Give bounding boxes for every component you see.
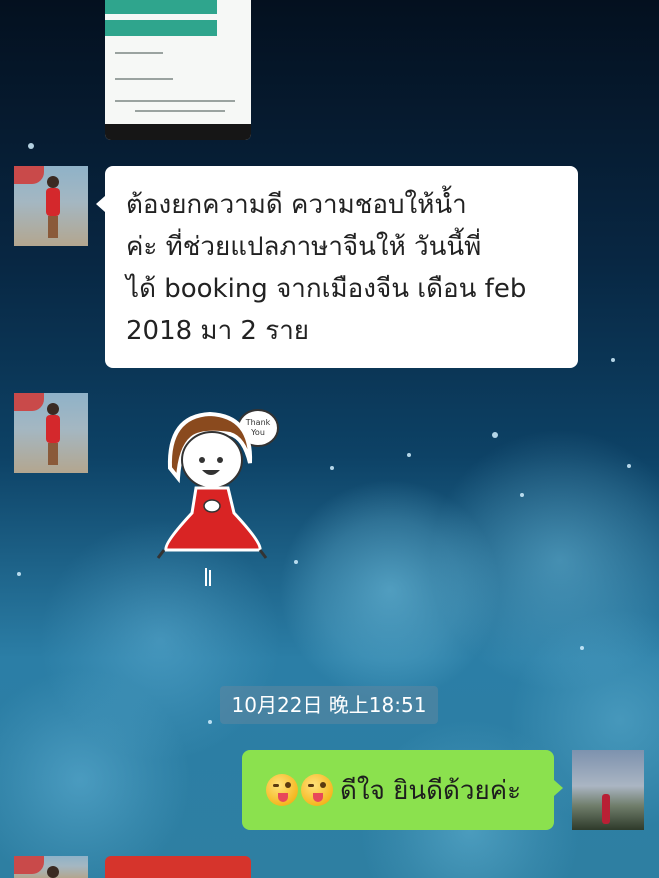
sparkle (492, 432, 498, 438)
sparkle (611, 358, 615, 362)
outgoing-message-bubble[interactable]: ดีใจ ยินดีด้วยค่ะ (242, 750, 563, 830)
sparkle (580, 646, 584, 650)
winking-tongue-face-icon (266, 774, 298, 806)
svg-text:Thank: Thank (245, 418, 271, 427)
sparkle (294, 560, 298, 564)
winking-tongue-face-icon (301, 774, 333, 806)
contact-avatar[interactable] (14, 856, 88, 878)
message-line: ต้องยกความดี ความชอบให้น้ำ (126, 190, 467, 220)
sparkle (330, 466, 334, 470)
image-message-thumbnail[interactable] (105, 856, 251, 878)
message-timestamp: 10月22日 晚上18:51 (220, 686, 438, 724)
sparkle (17, 572, 21, 576)
contact-avatar[interactable] (14, 393, 88, 473)
my-avatar[interactable] (572, 750, 644, 830)
message-line: ค่ะ ที่ช่วยแปลภาษาจีนให้ วันนี้พี่ (126, 232, 482, 262)
message-line: ได้ booking จากเมืองจีน เดือน feb (126, 274, 527, 304)
sparkle (407, 453, 411, 457)
svg-text:You: You (250, 428, 265, 437)
sparkle (28, 143, 34, 149)
message-line: 2018 มา 2 ราย (126, 316, 310, 346)
contact-avatar[interactable] (14, 166, 88, 246)
incoming-message-bubble[interactable]: ต้องยกความดี ความชอบให้น้ำ ค่ะ ที่ช่วยแป… (96, 166, 578, 368)
image-message-thumbnail[interactable] (105, 0, 251, 140)
sparkle (627, 464, 631, 468)
outgoing-message-text: ดีใจ ยินดีด้วยค่ะ (340, 775, 522, 806)
sparkle (520, 493, 524, 497)
sparkle (208, 720, 212, 724)
thank-you-sticker-icon[interactable]: Thank You (152, 408, 282, 598)
